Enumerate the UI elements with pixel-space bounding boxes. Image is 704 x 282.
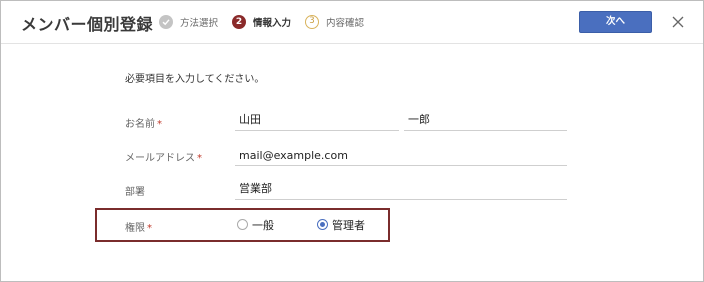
first-name-field[interactable]: 一郎 — [404, 111, 567, 131]
required-mark: * — [147, 223, 152, 234]
page-title: メンバー個別登録 — [21, 15, 154, 34]
step-label: 方法選択 — [180, 18, 219, 29]
radio-checked-icon[interactable] — [317, 219, 328, 230]
step-label: 内容確認 — [326, 18, 365, 29]
email-field[interactable]: mail@example.com — [235, 146, 567, 166]
name-label: お名前 * — [125, 119, 162, 130]
radio-unchecked-icon[interactable] — [237, 219, 248, 230]
dialog-header: メンバー個別登録 方法選択 2 情報入力 3 内容確認 次へ — [1, 1, 703, 44]
department-field[interactable]: 営業部 — [235, 180, 567, 200]
form-instructions: 必要項目を入力してください。 — [125, 74, 265, 85]
last-name-field[interactable]: 山田 — [235, 111, 399, 131]
required-mark: * — [197, 153, 202, 164]
email-label: メールアドレス * — [125, 153, 202, 164]
step-label: 情報入力 — [253, 18, 292, 29]
registration-dialog: メンバー個別登録 方法選択 2 情報入力 3 内容確認 次へ 必要項目を入力して… — [0, 0, 704, 282]
department-label: 部署 — [125, 187, 145, 198]
close-icon[interactable] — [670, 14, 686, 30]
check-icon — [159, 15, 173, 29]
role-label: 権限 * — [125, 223, 152, 234]
required-mark: * — [157, 119, 162, 130]
step-number: 2 — [232, 15, 246, 29]
next-button[interactable]: 次へ — [579, 11, 652, 33]
step-number: 3 — [305, 15, 319, 29]
